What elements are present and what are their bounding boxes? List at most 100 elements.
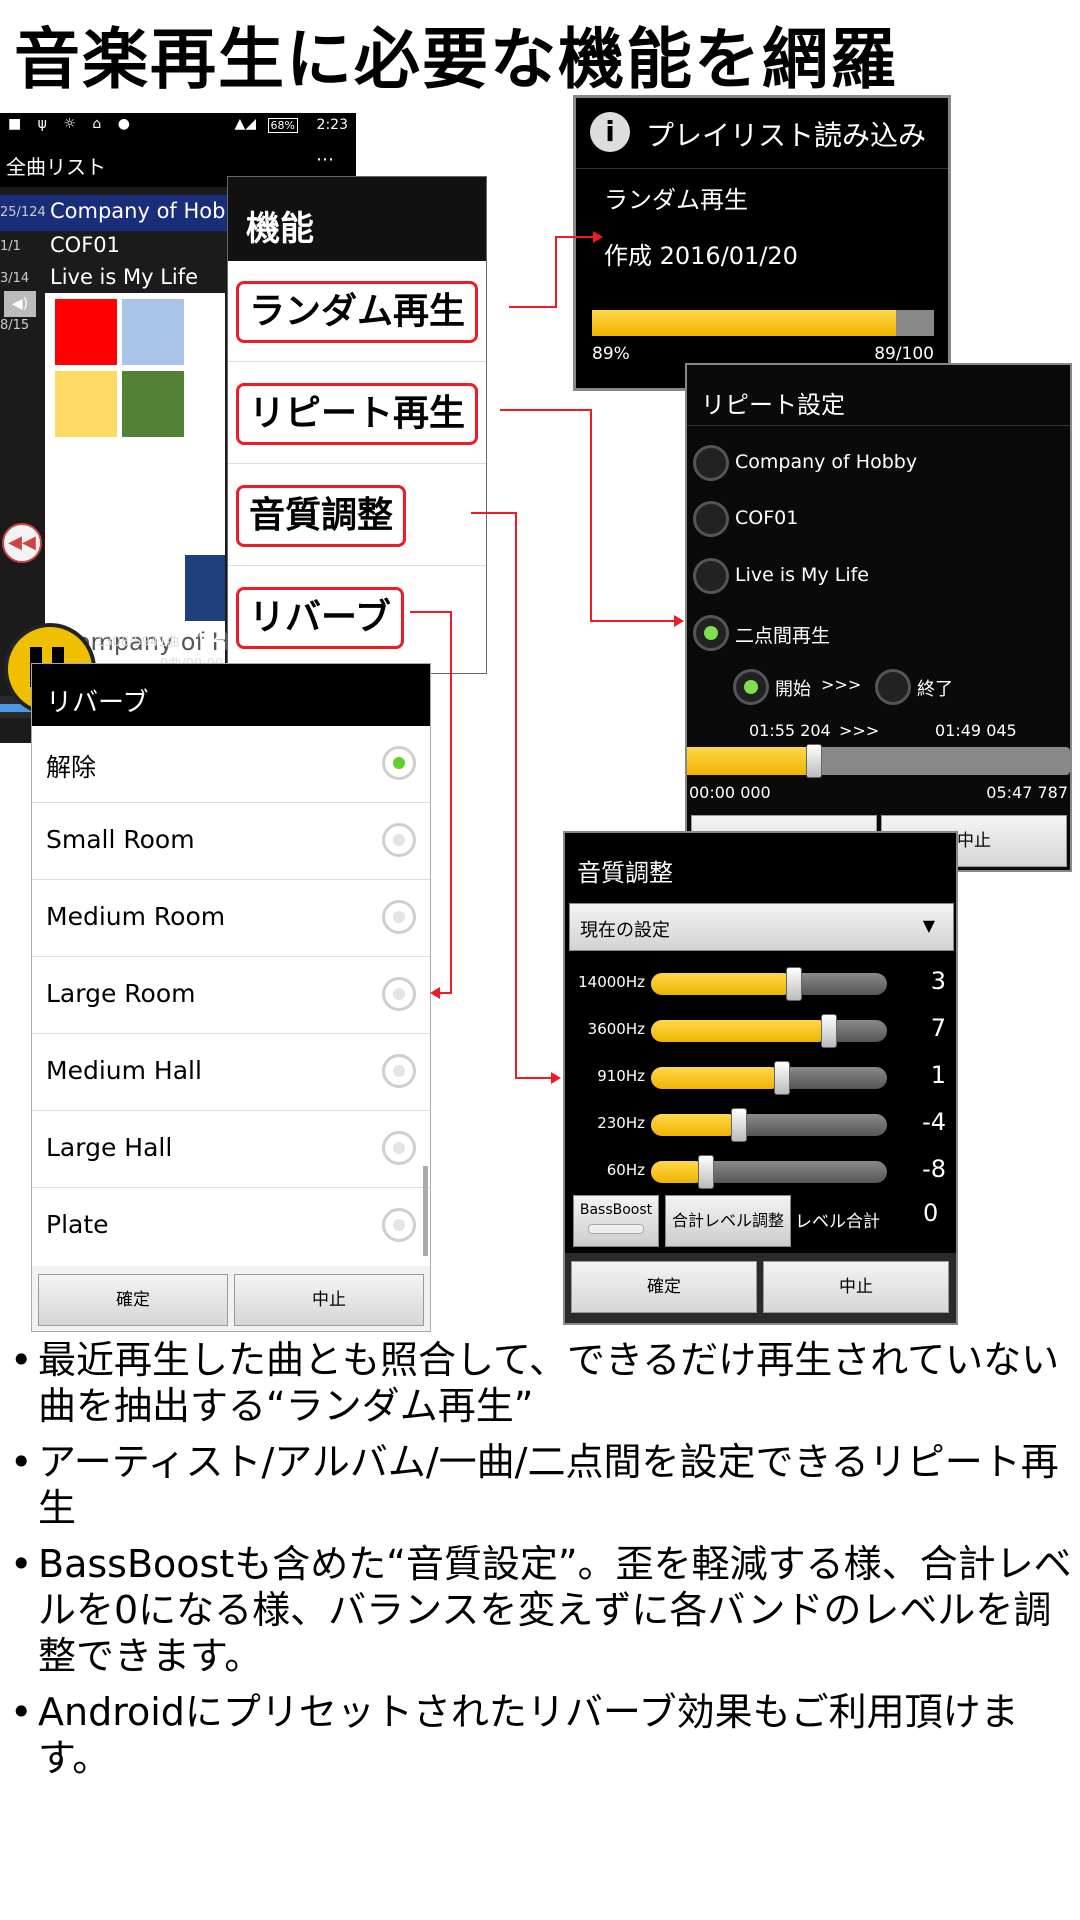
- radio-live-is-my-life[interactable]: [693, 558, 729, 594]
- band-slider[interactable]: [651, 1061, 887, 1095]
- dialog-header: リバーブ: [32, 664, 430, 726]
- divider: [687, 425, 1070, 426]
- track-number: 25/124: [0, 205, 46, 220]
- band-slider-thumb[interactable]: [698, 1155, 714, 1189]
- radio-medium-hall[interactable]: [382, 1054, 416, 1088]
- radio-end[interactable]: [875, 669, 911, 705]
- band-slider[interactable]: [651, 967, 887, 1001]
- cancel-button[interactable]: 中止: [763, 1261, 949, 1313]
- band-slider-thumb[interactable]: [774, 1061, 790, 1095]
- reverb-option[interactable]: Medium Room: [32, 880, 430, 957]
- menu-item-repeat[interactable]: リピート再生: [236, 383, 479, 445]
- option-label: Medium Room: [46, 902, 226, 931]
- connector-line: [410, 611, 452, 613]
- song-position: 1306/5941曲: [96, 635, 180, 650]
- band-frequency-label: 230Hz: [597, 1114, 645, 1132]
- playlist-created: 作成 2016/01/20: [604, 242, 798, 270]
- menu-item-random[interactable]: ランダム再生: [236, 281, 479, 343]
- ok-button[interactable]: 確定: [571, 1261, 757, 1313]
- option-label: 解除: [46, 753, 97, 782]
- radio-large-hall[interactable]: [382, 1131, 416, 1165]
- position-slider[interactable]: [687, 744, 1070, 778]
- band-value: -4: [922, 1108, 946, 1136]
- band-slider[interactable]: [651, 1014, 887, 1048]
- scrollbar[interactable]: [423, 1166, 428, 1256]
- dialog-title: プレイリスト読み込み: [646, 119, 927, 152]
- bassboost-button[interactable]: BassBoost: [573, 1195, 659, 1247]
- total-level-value: 0: [923, 1199, 939, 1227]
- band-slider-thumb[interactable]: [731, 1108, 747, 1142]
- menu-divider: [228, 463, 486, 464]
- start-arrows: >>>: [821, 675, 862, 694]
- ok-button[interactable]: 確定: [38, 1274, 228, 1326]
- option-label: COF01: [735, 507, 799, 529]
- arrow-icon: [674, 615, 684, 627]
- page-title: 音楽再生に必要な機能を網羅: [14, 21, 898, 98]
- status-bar: ■ ψ ☼ ⌂ ● ▲◢ 68% 2:23: [0, 113, 356, 139]
- position-thumb[interactable]: [806, 744, 822, 778]
- connector-line: [515, 512, 517, 1079]
- reverb-option[interactable]: 解除: [32, 726, 430, 803]
- track-title: COF01: [50, 233, 120, 257]
- bullet-random: 最近再生した曲とも照合して、できるだけ再生されていない曲を抽出する“ランダム再生…: [8, 1337, 1074, 1429]
- bar-end-time: 05:47 787: [986, 783, 1068, 802]
- band-slider[interactable]: [651, 1108, 887, 1142]
- reverb-option[interactable]: Medium Hall: [32, 1034, 430, 1111]
- reverb-option[interactable]: Large Room: [32, 957, 430, 1034]
- radio-cof01[interactable]: [693, 501, 729, 537]
- total-level-adjust-button[interactable]: 合計レベル調整: [665, 1195, 791, 1247]
- radio-start[interactable]: [733, 669, 769, 705]
- preset-dropdown[interactable]: 現在の設定 ▼: [569, 903, 954, 951]
- notification-icons: ■ ψ ☼ ⌂ ●: [8, 116, 136, 132]
- art-green-square: [122, 371, 184, 437]
- band-slider-thumb[interactable]: [821, 1014, 837, 1048]
- dialog-title: リバーブ: [46, 688, 149, 718]
- band-slider-fill: [651, 1161, 705, 1183]
- band-slider[interactable]: [651, 1155, 887, 1189]
- reverb-option[interactable]: Plate: [32, 1188, 430, 1264]
- track-number: 8/15: [0, 318, 30, 333]
- eq-band: 910Hz 1: [565, 1057, 956, 1097]
- previous-icon[interactable]: ◀◀: [2, 523, 42, 563]
- reverb-option[interactable]: Small Room: [32, 803, 430, 880]
- bar-start-time: 00:00 000: [689, 783, 771, 802]
- app-title: 全曲リスト: [6, 155, 106, 179]
- dialog-title: 音質調整: [577, 859, 673, 887]
- connector-line: [590, 620, 674, 622]
- volume-icon[interactable]: ◀): [4, 291, 36, 317]
- art-navy-square: [185, 555, 225, 621]
- option-label: Small Room: [46, 825, 195, 854]
- eq-band: 14000Hz 3: [565, 963, 956, 1003]
- reverb-option[interactable]: Large Hall: [32, 1111, 430, 1188]
- radio-plate[interactable]: [382, 1208, 416, 1242]
- band-value: -8: [922, 1155, 946, 1183]
- bullet-repeat: アーティスト/アルバム/一曲/二点間を設定できるリピート再生: [8, 1439, 1074, 1531]
- bullet-reverb: Androidにプリセットされたリバーブ効果もご利用頂けます。: [8, 1689, 1074, 1781]
- band-frequency-label: 910Hz: [597, 1067, 645, 1085]
- radio-ab-repeat[interactable]: [693, 615, 729, 651]
- bassboost-label: BassBoost: [579, 1202, 653, 1218]
- preset-value: 現在の設定: [580, 920, 670, 941]
- signal-icon: ▲◢: [234, 116, 256, 132]
- track-title: Live is My Life: [50, 265, 199, 289]
- radio-off[interactable]: [382, 746, 416, 780]
- playlist-loading-dialog: i プレイリスト読み込み ランダム再生 作成 2016/01/20 89% 89…: [573, 95, 951, 391]
- radio-medium-room[interactable]: [382, 900, 416, 934]
- radio-company-of-hobby[interactable]: [693, 445, 729, 481]
- band-slider-thumb[interactable]: [786, 967, 802, 1001]
- position-fill: [687, 747, 813, 775]
- overflow-menu-icon[interactable]: ⋯: [316, 149, 334, 170]
- info-icon: i: [590, 112, 630, 152]
- radio-small-room[interactable]: [382, 823, 416, 857]
- radio-large-room[interactable]: [382, 977, 416, 1011]
- playlist-name: ランダム再生: [604, 186, 748, 214]
- end-time: 01:49 045: [935, 721, 1017, 740]
- progress-percent: 89%: [592, 344, 630, 364]
- arrow-icon: [430, 987, 440, 999]
- cancel-button[interactable]: 中止: [234, 1274, 424, 1326]
- band-frequency-label: 14000Hz: [578, 973, 645, 991]
- menu-item-reverb[interactable]: リバーブ: [236, 587, 404, 649]
- menu-header: 機能: [228, 177, 486, 261]
- art-yellow-square: [55, 371, 117, 437]
- menu-item-sound-quality[interactable]: 音質調整: [236, 485, 407, 547]
